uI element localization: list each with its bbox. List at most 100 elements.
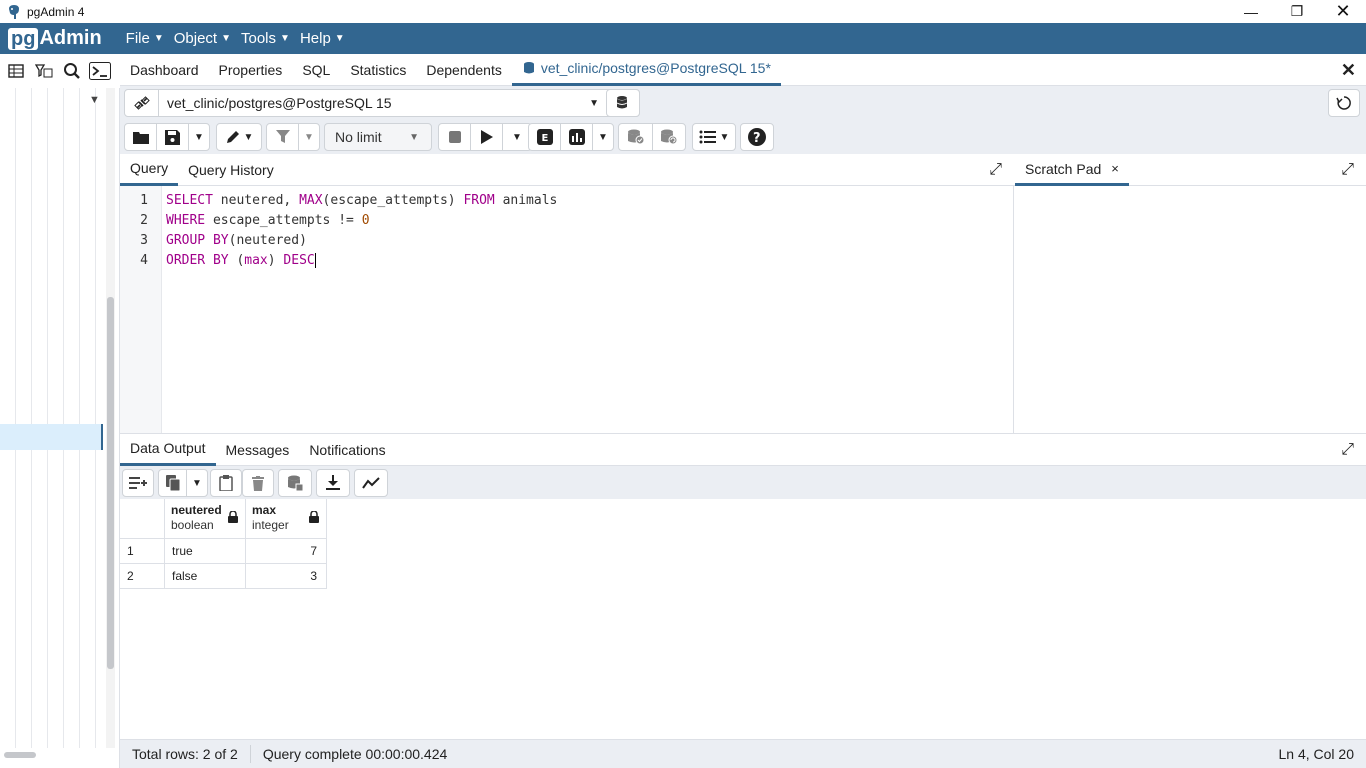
pgadmin-logo: pg Admin (8, 27, 102, 50)
code-line[interactable]: ORDER BY (max) DESC (166, 253, 316, 268)
table-icon (8, 64, 24, 78)
maximize-icon[interactable]: ⤢ (1341, 161, 1354, 179)
filter-button[interactable] (267, 124, 299, 150)
cell-max[interactable]: 7 (246, 539, 327, 564)
filter-rows-button[interactable] (30, 57, 58, 85)
close-icon[interactable]: × (1111, 161, 1119, 176)
chevron-down-icon[interactable]: ▼ (89, 94, 100, 106)
window-title: pgAdmin 4 (27, 4, 85, 19)
window-close-button[interactable]: ✕ (1320, 0, 1366, 23)
add-row-button[interactable] (123, 470, 153, 496)
tab-properties[interactable]: Properties (209, 54, 293, 86)
chevron-down-icon: ▼ (409, 132, 419, 143)
explain-analyze-button[interactable] (561, 124, 593, 150)
psql-tool-button[interactable] (86, 57, 114, 85)
object-browser-tree[interactable]: ▼ (0, 88, 120, 768)
menu-tools[interactable]: Tools ▼ (241, 30, 290, 47)
filter-dropdown[interactable]: ▼ (299, 124, 319, 150)
reset-layout-button[interactable] (1328, 89, 1360, 117)
maximize-icon[interactable]: ⤢ (989, 161, 1002, 179)
filter-icon (275, 130, 290, 143)
row-number-cell[interactable]: 2 (120, 564, 165, 589)
new-connection-button[interactable] (606, 89, 640, 117)
line-number-gutter: 1 2 3 4 (120, 186, 162, 434)
commit-button[interactable] (619, 124, 653, 150)
column-type: boolean (171, 518, 214, 532)
tab-dashboard[interactable]: Dashboard (120, 54, 209, 86)
maximize-icon[interactable]: ⤢ (1341, 441, 1354, 459)
tab-messages[interactable]: Messages (216, 434, 300, 466)
list-icon (699, 130, 716, 144)
tab-statistics[interactable]: Statistics (340, 54, 416, 86)
cell-neutered[interactable]: true (165, 539, 246, 564)
search-objects-button[interactable] (58, 57, 86, 85)
horizontal-scrollbar[interactable] (4, 752, 36, 758)
sql-keyword: DESC (283, 253, 315, 268)
row-number-cell[interactable]: 1 (120, 539, 165, 564)
tab-dependents[interactable]: Dependents (416, 54, 512, 86)
table-view-button[interactable] (2, 57, 30, 85)
tab-query-history[interactable]: Query History (178, 154, 284, 186)
connection-select[interactable]: vet_clinic/postgres@PostgreSQL 15 ▼ (124, 89, 640, 117)
scratch-pad-header: Scratch Pad × ⤢ (1014, 154, 1366, 186)
result-grid[interactable]: neutered boolean max integer 1 true 7 2 … (120, 499, 1366, 739)
cell-max[interactable]: 3 (246, 564, 327, 589)
tab-data-output[interactable]: Data Output (120, 434, 216, 466)
row-number-header[interactable] (120, 499, 165, 539)
explain-options-dropdown[interactable]: ▼ (593, 124, 613, 150)
macros-button[interactable]: ▼ (693, 124, 735, 150)
save-file-button[interactable] (157, 124, 189, 150)
stop-button[interactable] (439, 124, 471, 150)
tab-scratch-pad[interactable]: Scratch Pad × (1015, 154, 1129, 186)
limit-select[interactable]: No limit ▼ (324, 123, 432, 151)
search-icon (64, 63, 80, 79)
explain-button[interactable]: E (529, 124, 561, 150)
download-button[interactable] (317, 470, 349, 496)
menu-file[interactable]: File ▼ (126, 30, 164, 47)
rollback-icon (661, 129, 678, 145)
chevron-down-icon: ▼ (221, 33, 231, 44)
restore-button[interactable]: ❐ (1274, 0, 1320, 23)
rollback-button[interactable] (653, 124, 685, 150)
scrollbar-thumb[interactable] (107, 297, 114, 669)
menu-object[interactable]: Object ▼ (174, 30, 231, 47)
open-file-button[interactable] (125, 124, 157, 150)
code-line[interactable]: WHERE escape_attempts != 0 (166, 213, 370, 228)
edit-menu-button[interactable]: ▼ (217, 124, 261, 150)
minimize-button[interactable]: — (1228, 0, 1274, 23)
paste-button[interactable] (211, 470, 241, 496)
graph-visualiser-button[interactable] (355, 470, 387, 496)
menu-help[interactable]: Help ▼ (300, 30, 345, 47)
output-tabs: Data Output Messages Notifications ⤢ (120, 434, 1366, 466)
column-header-max[interactable]: max integer (246, 499, 327, 539)
code-line[interactable]: SELECT neutered, MAX(escape_attempts) FR… (166, 193, 557, 208)
macros-group: ▼ (692, 123, 736, 151)
tab-sql[interactable]: SQL (292, 54, 340, 86)
copy-options-dropdown[interactable]: ▼ (187, 470, 207, 496)
copy-button[interactable] (159, 470, 187, 496)
line-number: 1 (140, 193, 148, 208)
execute-options-dropdown[interactable]: ▼ (503, 124, 531, 150)
sql-editor[interactable]: 1 2 3 4 SELECT neutered, MAX(escape_atte… (120, 186, 1014, 434)
execute-button[interactable] (471, 124, 503, 150)
save-icon (165, 129, 180, 145)
sql-text: (neutered) (228, 233, 307, 248)
close-tab-icon[interactable]: ✕ (1341, 60, 1356, 81)
column-header-neutered[interactable]: neutered boolean (165, 499, 246, 539)
tab-notifications[interactable]: Notifications (299, 434, 395, 466)
help-icon: ? (748, 128, 766, 146)
cell-neutered[interactable]: false (165, 564, 246, 589)
save-data-button[interactable] (279, 470, 311, 496)
save-options-dropdown[interactable]: ▼ (189, 124, 209, 150)
code-line[interactable]: GROUP BY(neutered) (166, 233, 307, 248)
scratch-pad-editor[interactable] (1014, 186, 1366, 434)
tab-query[interactable]: Query (120, 154, 179, 186)
tab-query-tool[interactable]: vet_clinic/postgres@PostgreSQL 15* (511, 54, 781, 86)
sql-keyword: max (244, 253, 268, 268)
transaction-group (618, 123, 686, 151)
trash-icon (252, 475, 264, 491)
selected-tree-node[interactable] (0, 424, 103, 450)
delete-row-button[interactable] (243, 470, 273, 496)
database-add-icon (616, 96, 628, 109)
help-button[interactable]: ? (741, 124, 773, 150)
